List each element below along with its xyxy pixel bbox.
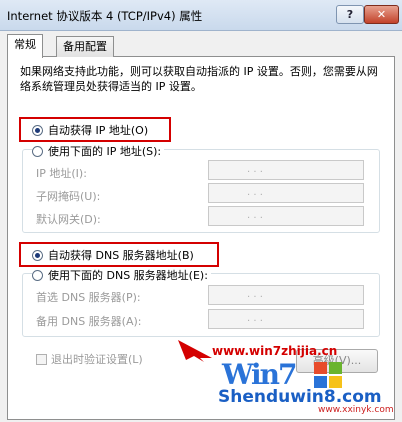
ip-address-dots: . . . [247, 164, 263, 175]
default-gateway-label: 默认网关(D): [36, 213, 101, 226]
radio-manual-ip[interactable]: 使用下面的 IP 地址(S): [32, 143, 165, 159]
alternate-dns-label: 备用 DNS 服务器(A): [36, 315, 142, 328]
radio-manual-dns[interactable]: 使用下面的 DNS 服务器地址(E): [32, 267, 211, 283]
preferred-dns-dots: . . . [247, 289, 263, 300]
tab-alternate-config[interactable]: 备用配置 [56, 36, 114, 57]
radio-manual-ip-dot [32, 145, 43, 157]
watermark-sub-url: www.xxinyk.com [318, 405, 394, 415]
default-gateway-dots: . . . [247, 210, 263, 221]
radio-manual-ip-label: 使用下面的 IP 地址(S): [48, 145, 162, 158]
validate-checkbox-box [36, 353, 47, 365]
preferred-dns-field: . . . [208, 285, 364, 305]
alternate-dns-dots: . . . [247, 313, 263, 324]
watermark-arrow-icon [178, 340, 212, 362]
alternate-dns-field: . . . [208, 309, 364, 329]
ip-address-label: IP 地址(I): [36, 167, 87, 180]
highlight-box-ip [19, 117, 171, 142]
radio-manual-dns-dot [32, 269, 43, 281]
ip-address-field: . . . [208, 160, 364, 180]
validate-on-exit-checkbox[interactable]: 退出时验证设置(L) [36, 351, 143, 367]
preferred-dns-label: 首选 DNS 服务器(P): [36, 291, 141, 304]
tab-general[interactable]: 常规 [7, 34, 43, 58]
watermark-brand: Shenduwin8.com [218, 387, 382, 407]
close-button[interactable]: ✕ [364, 5, 399, 24]
help-button[interactable]: ? [336, 5, 364, 24]
title-bar: Internet 协议版本 4 (TCP/IPv4) 属性 ? ✕ [0, 0, 402, 31]
default-gateway-field: . . . [208, 206, 364, 226]
validate-checkbox-label: 退出时验证设置(L) [51, 353, 143, 366]
windows-flag-icon [314, 362, 342, 388]
watermark-url: www.win7zhijia.cn [212, 344, 338, 358]
subnet-mask-label: 子网掩码(U): [36, 190, 101, 203]
radio-manual-dns-label: 使用下面的 DNS 服务器地址(E): [48, 269, 208, 282]
window-title: Internet 协议版本 4 (TCP/IPv4) 属性 [7, 9, 203, 23]
subnet-mask-dots: . . . [247, 187, 263, 198]
subnet-mask-field: . . . [208, 183, 364, 203]
description-text: 如果网络支持此功能，则可以获取自动指派的 IP 设置。否则，您需要从网络系统管理… [20, 65, 378, 93]
highlight-box-dns [19, 242, 219, 267]
